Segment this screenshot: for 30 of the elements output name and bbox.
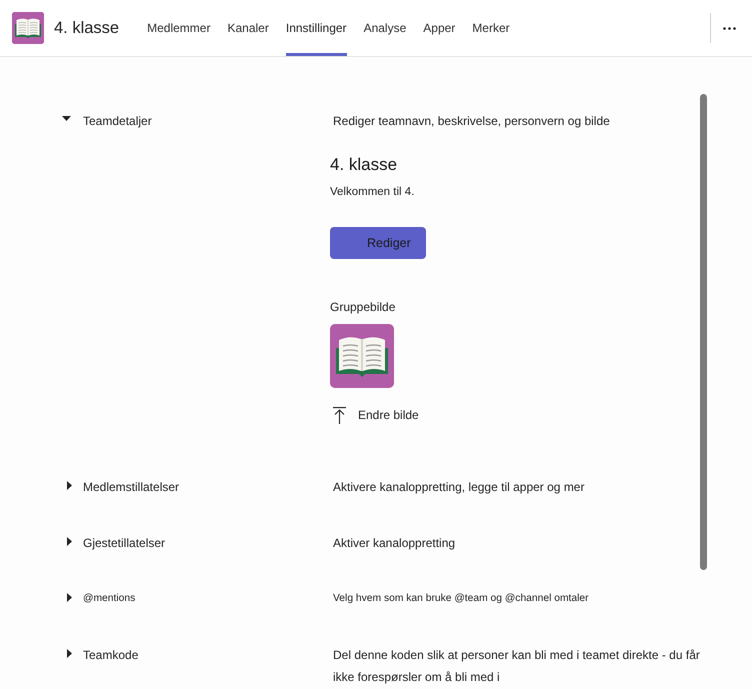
scrollbar-thumb[interactable] xyxy=(700,94,707,570)
tab[interactable]: Merker xyxy=(472,0,510,56)
section-description: Aktiver kanaloppretting xyxy=(332,535,456,552)
more-icon xyxy=(722,26,736,30)
section-title: Medlemstillatelser xyxy=(83,479,180,496)
tab[interactable]: Medlemmer xyxy=(147,0,210,56)
group-picture-label: Gruppebilde xyxy=(330,299,396,315)
section-title: Teamkode xyxy=(83,647,138,664)
tab[interactable]: Kanaler xyxy=(227,0,269,56)
caret-right-icon[interactable] xyxy=(67,592,72,602)
caret-right-icon[interactable] xyxy=(67,480,72,490)
tab[interactable]: Apper xyxy=(423,0,456,56)
team-title: 4. klasse xyxy=(54,18,120,39)
caret-down-icon[interactable] xyxy=(62,116,71,120)
section-title: @mentions xyxy=(83,592,136,606)
caret-right-icon[interactable] xyxy=(67,536,72,546)
team-name-heading: 4. klasse xyxy=(330,155,398,175)
section-description: Del denne koden slik at personer kan bli med i teamet direkte - du får ikke forespørsler om å bli med i xyxy=(332,647,701,686)
section-description: Velg hvem som kan bruke @team og @channel omtaler xyxy=(332,592,589,606)
change-picture-button[interactable]: Endre bilde xyxy=(330,405,419,425)
section-title: Teamdetaljer xyxy=(83,113,152,130)
book-icon xyxy=(330,324,394,388)
upload-icon xyxy=(333,406,346,424)
team-description: Velkommen til 4. xyxy=(330,185,414,200)
section-title: Gjestetillatelser xyxy=(83,535,166,552)
section-description: Rediger teamnavn, beskrivelse, personvern og bilde xyxy=(332,113,610,130)
caret-right-icon[interactable] xyxy=(67,648,72,658)
tab[interactable]: Analyse xyxy=(364,0,406,56)
book-icon xyxy=(12,12,44,44)
section-description: Aktivere kanaloppretting, legge til apper og mer xyxy=(332,479,584,496)
